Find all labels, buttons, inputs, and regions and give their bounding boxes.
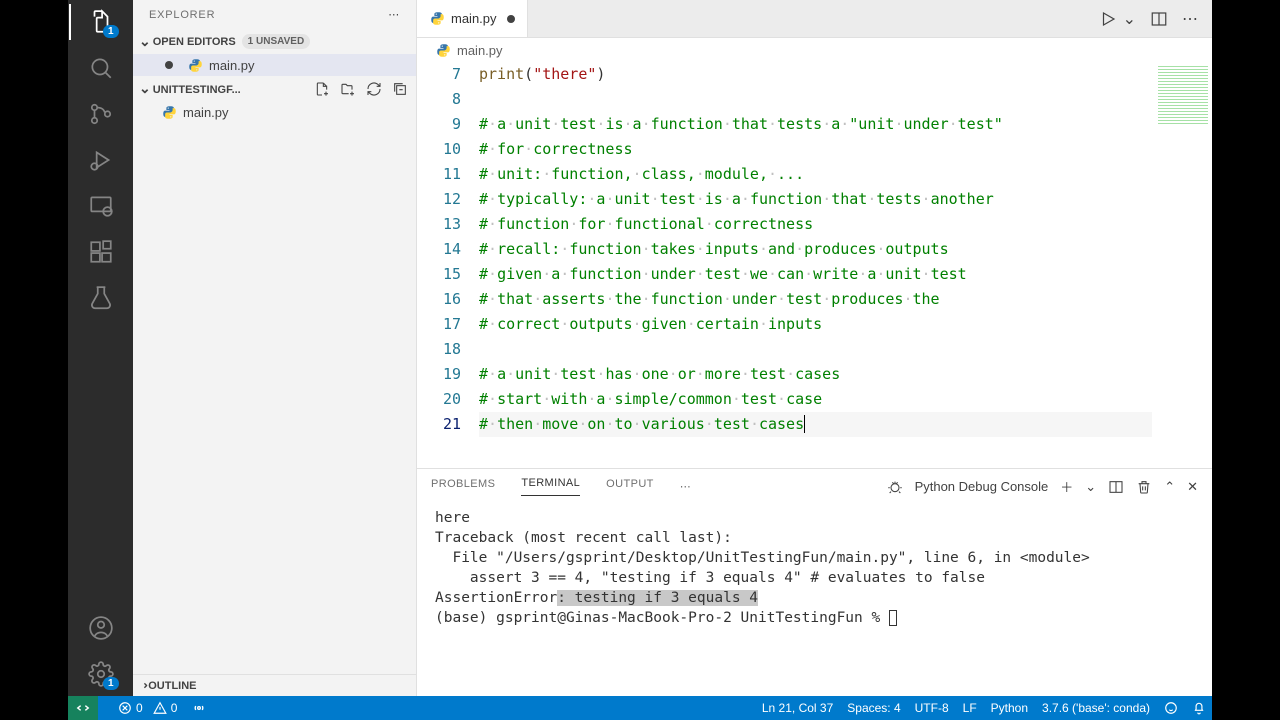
tab-bar: main.py ⌄ ⋯ (417, 0, 1212, 38)
status-spaces[interactable]: Spaces: 4 (847, 701, 900, 715)
status-encoding[interactable]: UTF-8 (915, 701, 949, 715)
status-lncol[interactable]: Ln 21, Col 37 (762, 701, 833, 715)
outline-header[interactable]: ⌄ OUTLINE (133, 674, 416, 696)
debug-icon (887, 479, 903, 495)
terminal-content[interactable]: here Traceback (most recent call last): … (417, 496, 1212, 696)
python-file-icon (187, 57, 203, 73)
folder-header[interactable]: ⌄UNITTESTINGF... (133, 76, 416, 101)
status-bar: 0 0 Ln 21, Col 37 Spaces: 4 UTF-8 LF Pyt… (68, 696, 1212, 720)
bottom-panel: PROBLEMS TERMINAL OUTPUT ⋯ Python Debug … (417, 468, 1212, 696)
editor-tab[interactable]: main.py (417, 0, 528, 37)
tree-file[interactable]: main.py (133, 101, 416, 123)
new-folder-icon[interactable] (340, 81, 356, 97)
unsaved-badge: 1 UNSAVED (242, 34, 311, 49)
settings-gear-icon[interactable]: 1 (87, 660, 115, 688)
accounts-icon[interactable] (87, 614, 115, 642)
status-eol[interactable]: LF (963, 701, 977, 715)
status-bell-icon[interactable] (1192, 701, 1206, 715)
explorer-title: EXPLORER (149, 9, 215, 21)
run-debug-icon[interactable] (87, 146, 115, 174)
source-control-icon[interactable] (87, 100, 115, 128)
code-editor[interactable]: 789101112131415161718192021 print("there… (417, 62, 1212, 468)
tab-terminal[interactable]: TERMINAL (521, 477, 580, 496)
remote-button[interactable] (68, 696, 98, 720)
explorer-sidebar: EXPLORER ⋯ ⌄ OPEN EDITORS 1 UNSAVED main… (133, 0, 417, 696)
status-live-icon[interactable] (191, 700, 207, 716)
breadcrumb[interactable]: main.py (417, 38, 1212, 62)
status-interpreter[interactable]: 3.7.6 ('base': conda) (1042, 701, 1150, 715)
run-button[interactable] (1099, 10, 1117, 28)
close-panel-icon[interactable]: ✕ (1187, 479, 1198, 495)
search-icon[interactable] (87, 54, 115, 82)
testing-icon[interactable] (87, 284, 115, 312)
debug-console-label[interactable]: Python Debug Console (915, 479, 1049, 494)
new-terminal-icon[interactable]: ＋ (1060, 477, 1073, 496)
split-editor-icon[interactable] (1150, 10, 1168, 28)
status-lang[interactable]: Python (991, 701, 1028, 715)
status-feedback-icon[interactable] (1164, 701, 1178, 715)
explorer-icon[interactable]: 1 (87, 8, 115, 36)
extensions-icon[interactable] (87, 238, 115, 266)
split-terminal-icon[interactable] (1108, 479, 1124, 495)
python-file-icon (429, 11, 445, 27)
settings-badge: 1 (103, 677, 119, 690)
status-errors[interactable]: 0 0 (118, 701, 177, 715)
activity-bar: 1 (68, 0, 133, 696)
remote-explorer-icon[interactable] (87, 192, 115, 220)
collapse-all-icon[interactable] (392, 81, 408, 97)
open-editors-header[interactable]: ⌄ OPEN EDITORS 1 UNSAVED (133, 29, 416, 54)
refresh-icon[interactable] (366, 81, 382, 97)
explorer-more-icon[interactable]: ⋯ (388, 8, 400, 21)
run-dropdown-icon[interactable]: ⌄ (1123, 9, 1136, 29)
tab-output[interactable]: OUTPUT (606, 478, 654, 496)
maximize-panel-icon[interactable]: ⌃ (1164, 479, 1175, 495)
editor-area: main.py ⌄ ⋯ main.py 78910111213141516171… (417, 0, 1212, 696)
python-file-icon (161, 104, 177, 120)
python-file-icon (435, 42, 451, 58)
open-editor-file[interactable]: main.py (133, 54, 416, 76)
dirty-dot-icon (165, 61, 173, 69)
dirty-dot-icon (507, 15, 515, 23)
panel-more-icon[interactable]: ⋯ (680, 480, 691, 493)
editor-more-icon[interactable]: ⋯ (1182, 9, 1198, 29)
minimap[interactable] (1158, 66, 1208, 126)
terminal-dropdown-icon[interactable]: ⌄ (1085, 479, 1096, 495)
kill-terminal-icon[interactable] (1136, 479, 1152, 495)
explorer-badge: 1 (103, 25, 119, 38)
tab-problems[interactable]: PROBLEMS (431, 478, 495, 496)
new-file-icon[interactable] (314, 81, 330, 97)
